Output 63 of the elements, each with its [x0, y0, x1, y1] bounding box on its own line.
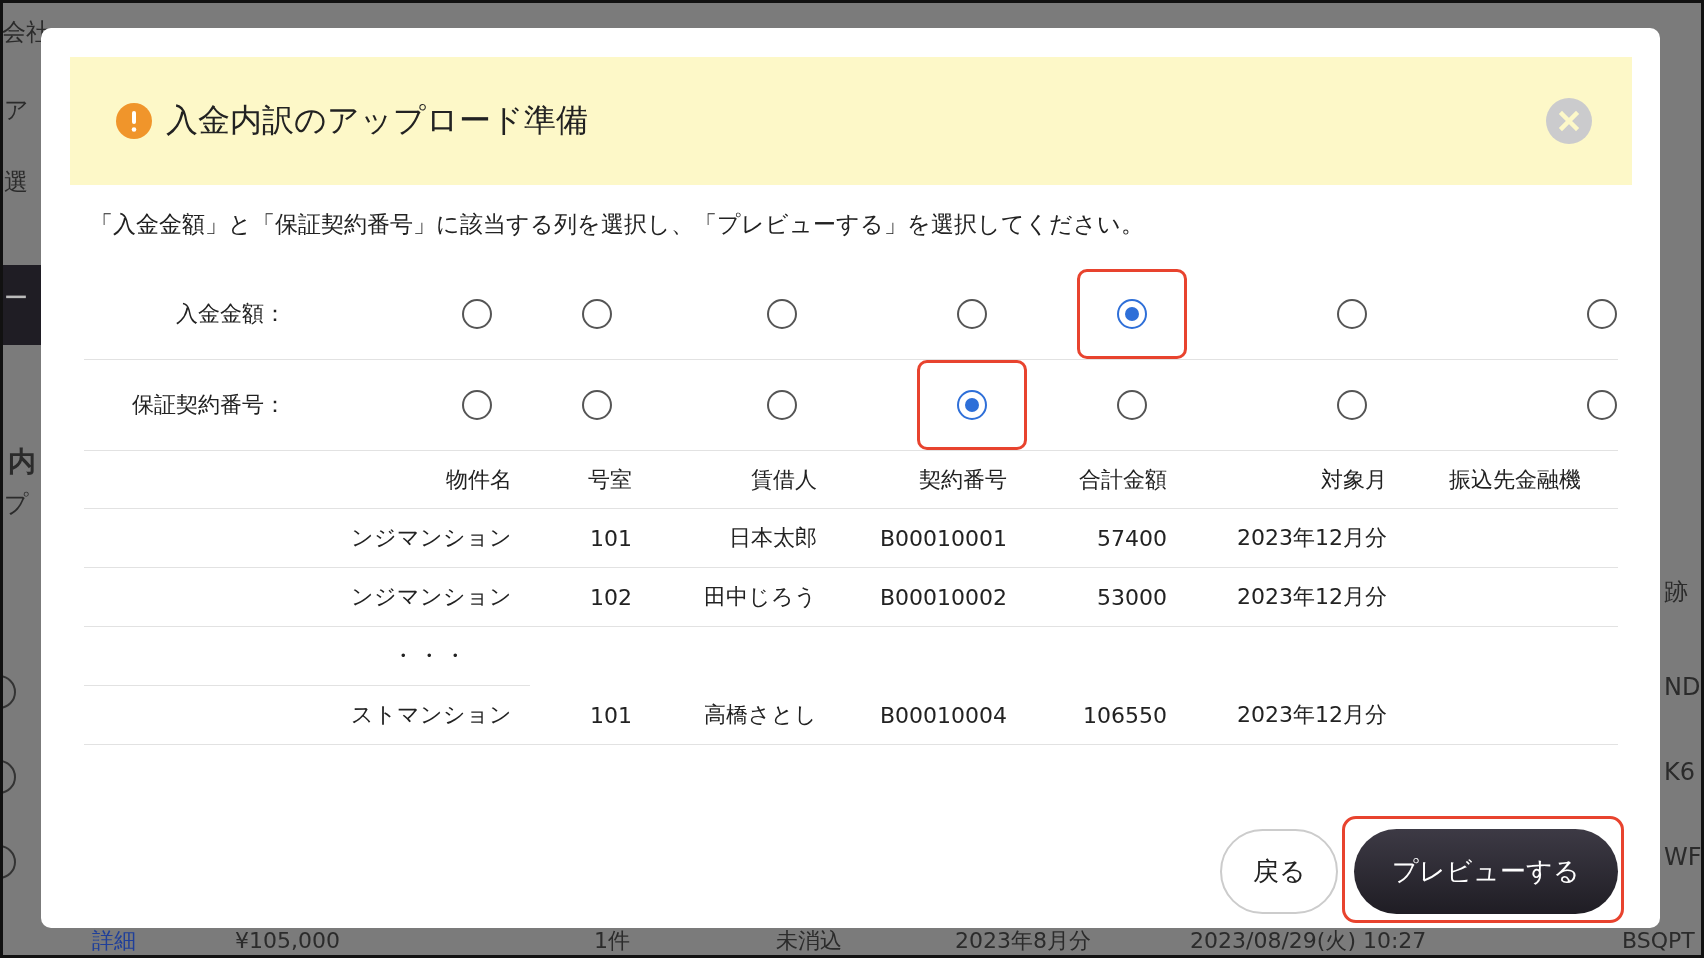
column-header: 振込先金融機	[1448, 465, 1582, 494]
radio-button[interactable]	[462, 299, 492, 329]
table-cell: 未消込	[776, 930, 842, 952]
dialog-title: 入金内訳のアップロード準備	[166, 100, 589, 141]
radio-button[interactable]	[462, 390, 492, 420]
radio-button[interactable]	[1117, 390, 1147, 420]
radio-button[interactable]	[1587, 299, 1617, 329]
table-cell-text: 日本太郎	[728, 524, 818, 552]
table-cell-text: ストマンション	[350, 701, 513, 729]
table-cell-text: 101	[589, 525, 633, 551]
radio-button[interactable]	[1117, 299, 1147, 329]
radio-button[interactable]	[1587, 390, 1617, 420]
table-cell-text: 2023年12月分	[1236, 701, 1388, 729]
radio-button[interactable]	[957, 390, 987, 420]
table-cell: 2023/08/29(火) 10:27	[1190, 930, 1427, 952]
radio-button[interactable]	[582, 299, 612, 329]
table-cell-text: 57400	[1096, 525, 1168, 551]
table-cell-text: 106550	[1082, 702, 1168, 728]
radio-button[interactable]	[767, 299, 797, 329]
table-cell-text: ンジマンション	[350, 583, 513, 611]
column-header: 物件名	[445, 465, 513, 494]
instruction-text: 「入金金額」と「保証契約番号」に該当する列を選択し、「プレビューする」を選択してください。	[90, 210, 1145, 239]
table-cell: ¥105,000	[235, 930, 340, 952]
table-cell-text: 53000	[1096, 584, 1168, 610]
ellipsis-text: ・・・	[392, 642, 471, 670]
table-cell-text: B00010004	[878, 702, 1008, 728]
radio-button[interactable]	[957, 299, 987, 329]
column-header: 対象月	[1320, 465, 1388, 494]
column-header: 契約番号	[918, 465, 1008, 494]
page-text: 跡	[1664, 580, 1688, 604]
radio-button[interactable]	[1337, 390, 1367, 420]
page-text: ND	[1664, 675, 1701, 699]
table-cell-text: 101	[589, 702, 633, 728]
preview-button[interactable]: プレビューする	[1354, 829, 1618, 914]
table-cell-text: 2023年12月分	[1236, 583, 1388, 611]
table-cell-text: 102	[589, 584, 633, 610]
page-text: 選	[4, 170, 28, 194]
column-header: 賃借人	[750, 465, 818, 494]
back-button[interactable]: 戻る	[1220, 829, 1338, 914]
table-cell-text: 田中じろう	[703, 583, 818, 611]
table-cell-text: B00010001	[878, 525, 1008, 551]
radio-button[interactable]	[1337, 299, 1367, 329]
row-label: 入金金額：	[175, 300, 287, 328]
page-text: K6	[1664, 760, 1695, 784]
table-cell-text: ンジマンション	[350, 524, 513, 552]
table-cell: 1件	[594, 930, 630, 952]
row-label: 保証契約番号：	[131, 391, 287, 419]
page-text: 内	[8, 448, 36, 476]
table-cell: BSQPT	[1622, 930, 1695, 952]
page-text: プ	[4, 492, 29, 516]
column-header: 合計金額	[1078, 465, 1168, 494]
table-cell-text: B00010002	[878, 584, 1008, 610]
table-cell-text: 高橋さとし	[703, 701, 818, 729]
close-icon	[1546, 98, 1592, 144]
radio-button[interactable]	[767, 390, 797, 420]
table-cell-text: 2023年12月分	[1236, 524, 1388, 552]
column-header: 号室	[587, 465, 633, 494]
page-text: WF	[1664, 845, 1702, 869]
page-text: ー	[4, 286, 28, 310]
page-text: ア	[4, 98, 29, 122]
table-cell: 2023年8月分	[955, 930, 1091, 952]
warning-icon	[116, 103, 152, 139]
radio-button[interactable]	[582, 390, 612, 420]
